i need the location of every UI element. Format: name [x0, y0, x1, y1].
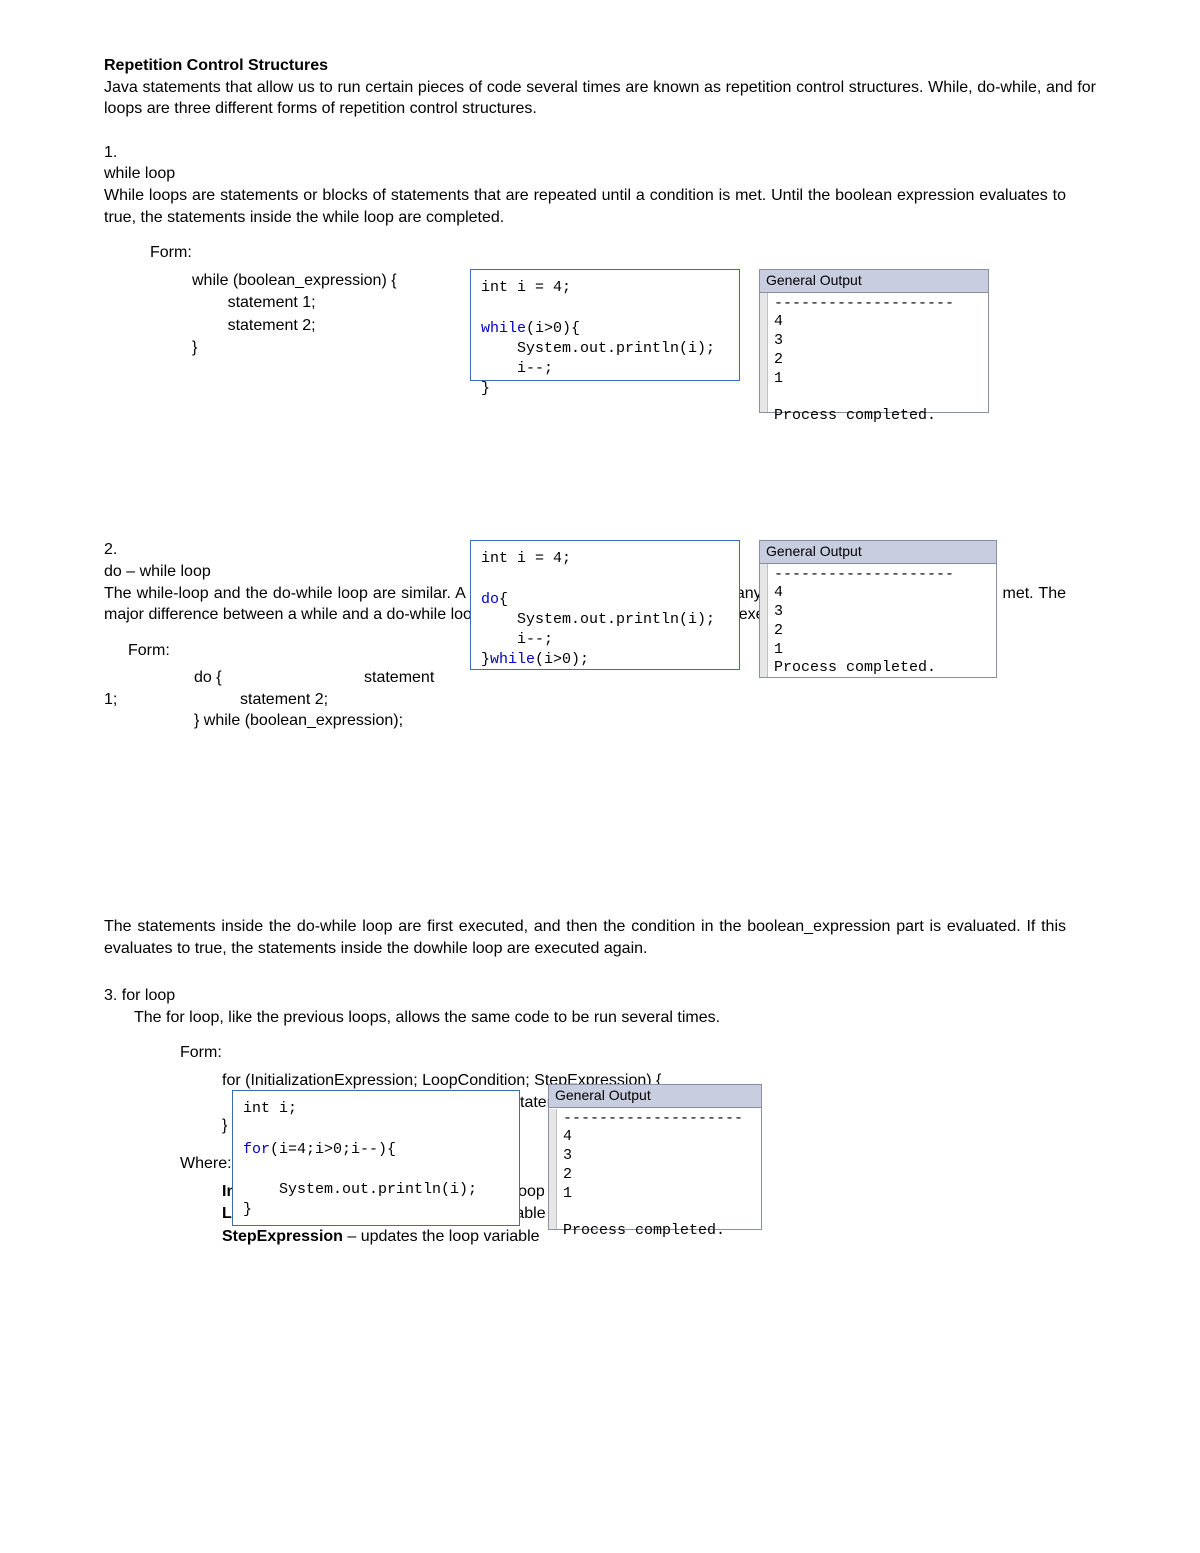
output-panel-dowhile: General Output -------------------- 4 3 … [759, 540, 997, 678]
form2-line3: } while (boolean_expression); [194, 710, 1066, 732]
code-example-for: int i; for(i=4;i>0;i--){ System.out.prin… [232, 1090, 520, 1226]
form2-line1-left: do { [194, 667, 364, 689]
code1-pre: int i = 4; [481, 279, 571, 296]
output-header-3: General Output [549, 1085, 761, 1108]
intro-block: Repetition Control Structures Java state… [104, 55, 1096, 120]
output-gutter-1 [760, 293, 768, 412]
code3-kw: for [243, 1141, 270, 1158]
code-example-dowhile: int i = 4; do{ System.out.println(i); i-… [470, 540, 740, 670]
form2-line2-right: statement 2; [240, 689, 328, 711]
code2-kw2: while [490, 651, 535, 668]
code1-kw: while [481, 320, 526, 337]
page-title: Repetition Control Structures [104, 55, 1096, 77]
section-while-heading: while loop [104, 163, 1066, 185]
section-for-heading: for loop [122, 987, 175, 1004]
form2-line2-left: 1; [104, 689, 130, 711]
code2-pre: int i = 4; [481, 550, 571, 567]
output-body-2: -------------------- 4 3 2 1 Process com… [760, 564, 996, 685]
form-label-3: Form: [180, 1042, 1096, 1064]
where-t3: – updates the loop variable [343, 1228, 540, 1245]
intro-text: Java statements that allow us to run cer… [104, 77, 1096, 120]
section-for-desc: The for loop, like the previous loops, a… [134, 1007, 1096, 1029]
output-header-1: General Output [760, 270, 988, 293]
output-gutter-3 [549, 1109, 557, 1229]
code3-post: (i=4;i>0;i--){ System.out.println(i); } [243, 1141, 477, 1219]
output-body-1: -------------------- 4 3 2 1 Process com… [760, 293, 988, 432]
output-panel-for: General Output -------------------- 4 3 … [548, 1084, 762, 1230]
section-dowhile-note: The statements inside the do-while loop … [104, 916, 1066, 959]
code2-post: (i>0); [535, 651, 589, 668]
code3-pre: int i; [243, 1100, 297, 1117]
form2-line1-right: statement [364, 667, 434, 689]
output-body-3: -------------------- 4 3 2 1 Process com… [549, 1108, 761, 1247]
list-marker-3: 3. [104, 987, 117, 1004]
output-header-2: General Output [760, 541, 996, 564]
code-example-while: int i = 4; while(i>0){ System.out.printl… [470, 269, 740, 381]
output-gutter-2 [760, 564, 768, 677]
list-marker-2: 2. [104, 539, 130, 561]
output-panel-while: General Output -------------------- 4 3 … [759, 269, 989, 413]
code2-kw1: do [481, 591, 499, 608]
section-while-desc: While loops are statements or blocks of … [104, 185, 1066, 228]
list-marker-1: 1. [104, 142, 130, 164]
where-b3: StepExpression [222, 1228, 343, 1245]
form-label-1: Form: [150, 242, 1066, 264]
document-page: Repetition Control Structures Java state… [0, 0, 1200, 1553]
